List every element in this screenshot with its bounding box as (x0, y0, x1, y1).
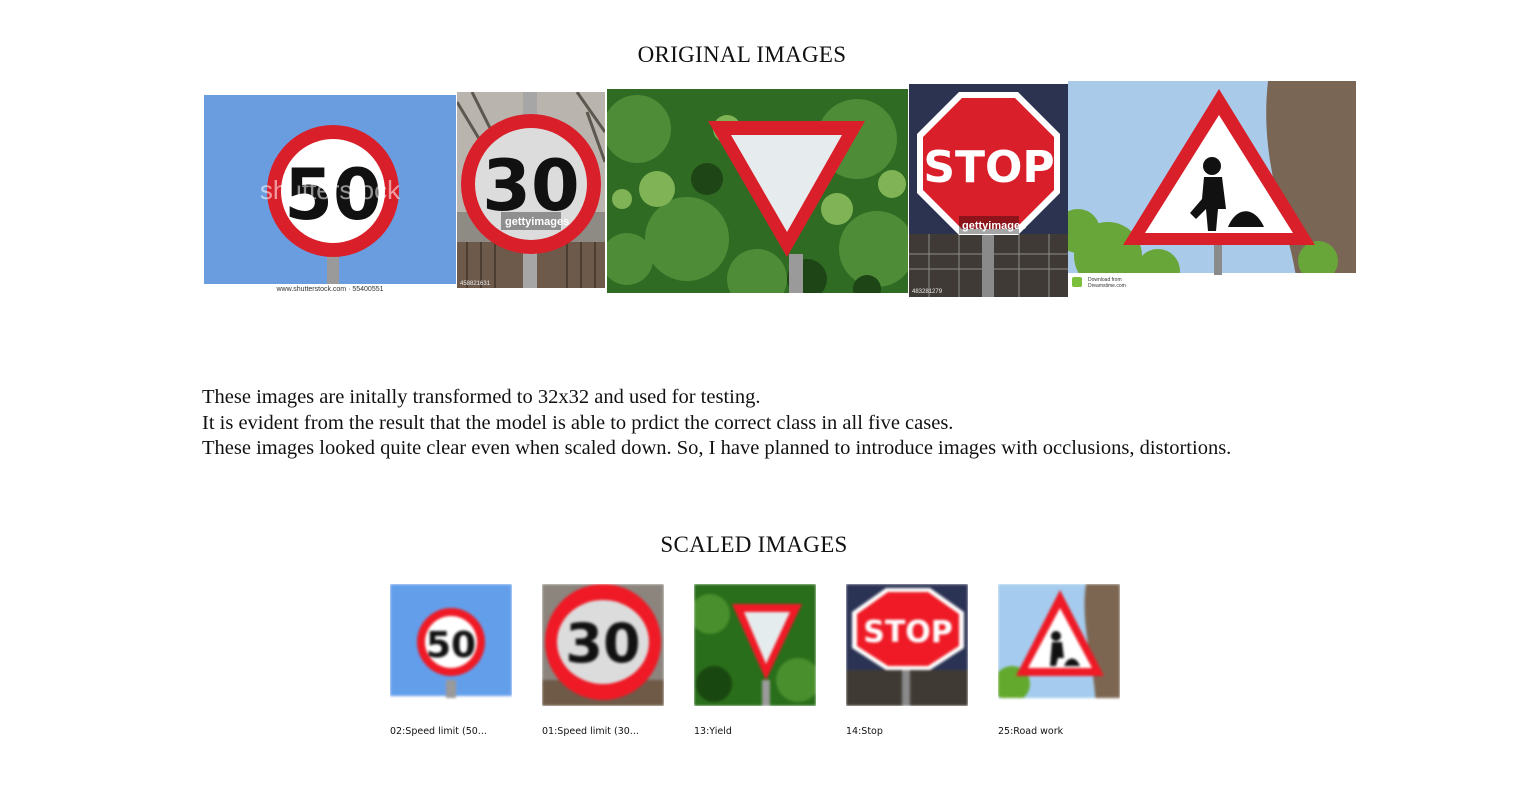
scaled-sign-50-text: 50 (426, 625, 476, 666)
description-line-1: These images are initally transformed to… (202, 386, 761, 408)
description-text: These images are initally transformed to… (202, 385, 1231, 462)
scaled-image-speed-limit-30: 30 (542, 584, 664, 706)
scaled-image-yield (694, 584, 816, 706)
original-image-yield (607, 89, 908, 293)
getty-credit-stop: 483281279 (912, 289, 943, 295)
original-image-road-work: Download from Dreamstime.com (1068, 81, 1356, 293)
scaled-label-5: 25:Road work (998, 726, 1064, 737)
original-image-speed-limit-50: 50 shutterstock www.shutterstock.com · 5… (204, 95, 456, 293)
shutterstock-watermark: shutterstock (260, 175, 401, 205)
gettyimages-watermark-stop: gettyimages (962, 220, 1026, 232)
scaled-image-stop: STOP (846, 584, 968, 706)
description-line-3: These images looked quite clear even whe… (202, 437, 1232, 459)
original-images-title: ORIGINAL IMAGES (637, 42, 847, 67)
scaled-label-2: 01:Speed limit (30... (542, 726, 639, 737)
dreamstime-credit-line2: Dreamstime.com (1088, 283, 1126, 289)
scaled-label-1: 02:Speed limit (50... (390, 726, 487, 737)
scaled-label-4: 14:Stop (846, 726, 883, 737)
scaled-label-3: 13:Yield (694, 726, 732, 737)
scaled-images-title: SCALED IMAGES (660, 532, 848, 557)
shutterstock-credit: www.shutterstock.com · 55400551 (276, 286, 384, 293)
original-image-speed-limit-30: 30 gettyimages 458821631 (457, 92, 605, 288)
scaled-sign-30-text: 30 (565, 612, 640, 675)
original-image-stop: STOP gettyimages 483281279 (909, 84, 1068, 297)
description-line-2: It is evident from the result that the m… (202, 411, 954, 434)
sign-stop-text: STOP (923, 142, 1054, 193)
scaled-image-speed-limit-50: 50 (390, 584, 512, 706)
getty-credit: 458821631 (460, 281, 491, 287)
gettyimages-watermark: gettyimages (505, 216, 569, 228)
scaled-sign-stop-text: STOP (863, 615, 953, 650)
scaled-image-road-work (998, 584, 1120, 706)
